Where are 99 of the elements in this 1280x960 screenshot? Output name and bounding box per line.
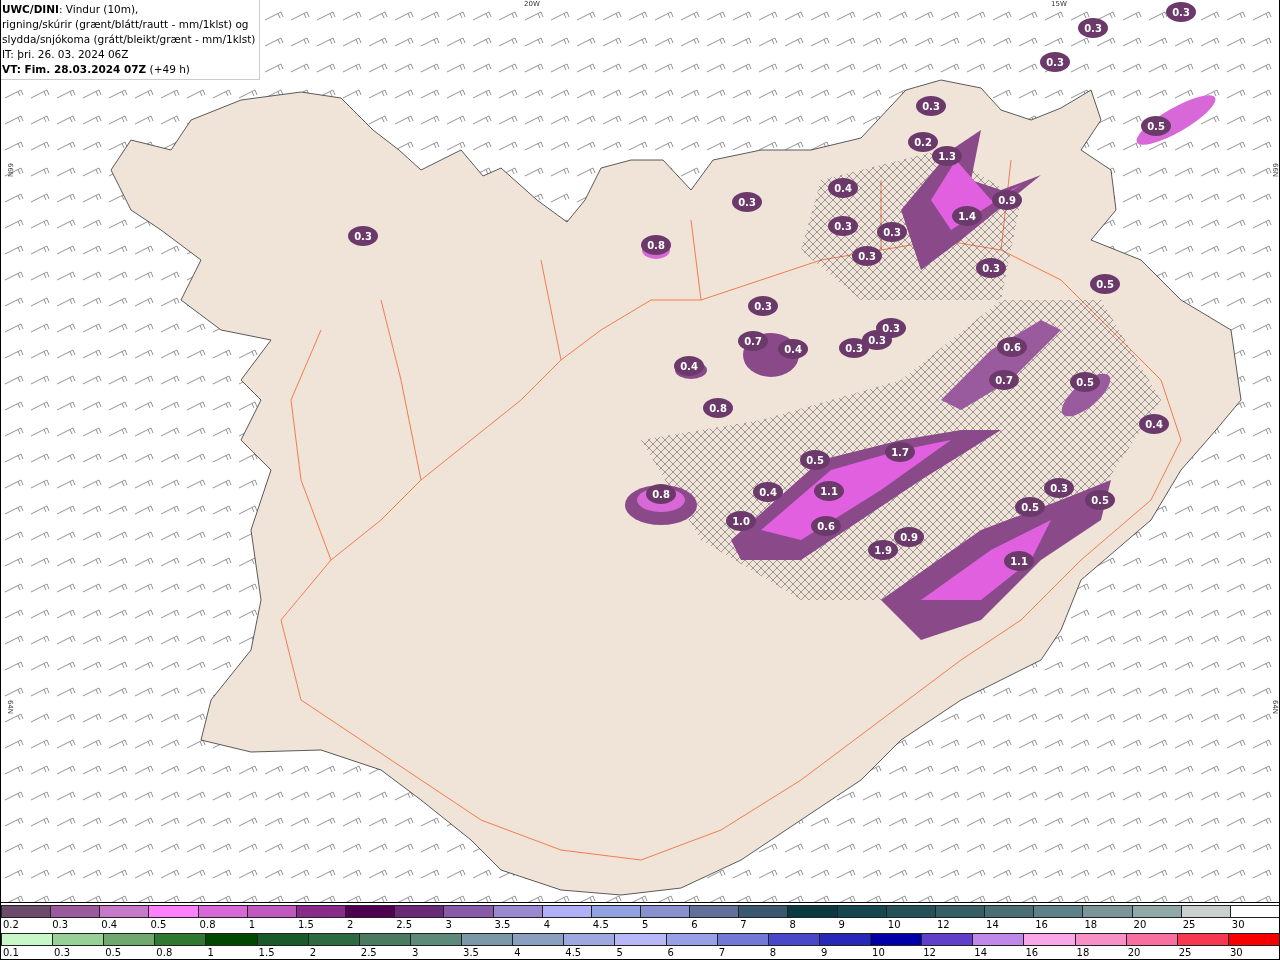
precipitation-value: 1.7 [891,447,909,458]
legend-label: 3.5 [493,918,511,931]
legend-label: 3.5 [462,946,479,959]
precipitation-value: 0.7 [744,336,762,347]
legend-label: 16 [1024,946,1039,959]
precipitation-value: 0.3 [883,227,901,238]
legend-label: 16 [1034,918,1048,931]
precipitation-value: 0.3 [922,101,940,112]
precipitation-value: 0.4 [784,344,802,355]
title-line: rigning/skúrir (grænt/blátt/rautt - mm/1klst) og [2,17,250,32]
precipitation-value: 0.7 [995,375,1013,386]
title-line: slydda/snjókoma (grátt/bleikt/grænt - mm/1klst) [2,32,256,47]
legend-label: 0.8 [198,918,216,931]
precipitation-value: 0.3 [1050,483,1068,494]
precipitation-value: 1.4 [958,211,976,222]
precipitation-value: 0.5 [1076,377,1094,388]
precipitation-value: 1.1 [820,486,838,497]
legend-label: 12 [922,946,936,959]
precipitation-value: 0.6 [817,521,835,532]
precipitation-value: 0.9 [998,195,1016,206]
legend-label: 0.3 [53,946,70,959]
precipitation-value: 0.3 [1084,23,1102,34]
precipitation-value: 0.5 [806,455,824,466]
legend-label: 3 [444,918,452,931]
legend-label: 0.5 [104,946,122,959]
legend-label: 5 [641,918,649,931]
legend-label: 14 [985,918,999,931]
title-line: IT: þri. 26. 03. 2024 06Z [2,47,130,62]
legend-label: 1.5 [257,946,275,959]
precipitation-value: 0.3 [845,343,863,354]
precipitation-value: 0.4 [680,361,698,372]
title-line: VT: Fim. 28.03.2024 07Z (+49 h) [2,62,191,77]
legend-label: 10 [871,946,885,959]
legend-label: 25 [1181,918,1196,931]
legend-label: 7 [717,946,726,959]
legend-label: 3 [410,946,419,959]
precipitation-value: 0.3 [354,231,372,242]
precipitation-value: 0.3 [754,301,772,312]
precipitation-value: 1.3 [938,151,956,162]
legend-label: 8 [788,918,796,931]
legend-label: 20 [1126,946,1141,959]
legend-label: 1 [206,946,214,959]
precipitation-value: 0.8 [647,240,665,251]
legend-label: 9 [837,918,845,931]
legend-label: 9 [819,946,828,959]
legend-label: 0.8 [155,946,173,959]
legend-label: 0.1 [2,946,19,959]
precipitation-value: 0.3 [858,251,876,262]
precipitation-value: 0.4 [834,183,852,194]
precipitation-value: 0.4 [1145,419,1163,430]
precipitation-value: 0.3 [868,335,886,346]
legend-label: 0.3 [51,918,69,931]
legend-label: 2 [308,946,317,959]
precipitation-value: 0.3 [1046,57,1064,68]
precipitation-value: 0.5 [1096,279,1114,290]
legend-label: 8 [768,946,777,959]
legend-label: 6 [690,918,698,931]
legend-label: 30 [1230,918,1245,931]
precipitation-value: 1.0 [732,516,750,527]
precipitation-value: 0.4 [759,487,777,498]
legend-label: 25 [1177,946,1192,959]
legend-label: 4.5 [591,918,609,931]
legend-label: 4 [542,918,551,931]
legend-label: 10 [886,918,901,931]
legend-label: 0.4 [100,918,118,931]
legend-label: 5 [615,946,623,959]
precipitation-value: 0.2 [914,137,932,148]
legend-label: 30 [1228,946,1243,959]
precipitation-value: 1.1 [1010,556,1028,567]
legend-label: 7 [739,918,747,931]
precipitation-value: 0.3 [834,221,852,232]
legend-label: 18 [1075,946,1090,959]
legend-label: 12 [935,918,950,931]
precipitation-value: 1.9 [874,545,892,556]
legend-label: 2.5 [359,946,377,959]
precipitation-value: 0.5 [1021,502,1039,513]
legend-label: 0.5 [149,918,167,931]
legend-label: 0.2 [2,918,19,931]
precipitation-value: 0.8 [709,403,727,414]
legend-label: 6 [666,946,674,959]
title-line: UWC/DINI: Vindur (10m), [2,2,140,17]
legend-label: 2.5 [395,918,413,931]
legend-label: 20 [1132,918,1147,931]
legend-label: 4 [513,946,521,959]
legend-label: 4.5 [564,946,582,959]
precipitation-value: 0.3 [738,197,756,208]
precipitation-value: 0.3 [1172,7,1190,18]
precipitation-value: 0.8 [652,489,670,500]
precipitation-value: 0.9 [900,532,918,543]
precipitation-value: 0.6 [1003,342,1021,353]
precipitation-value: 0.3 [982,263,1000,274]
precipitation-value: 0.5 [1147,121,1165,132]
legend-label: 14 [973,946,987,959]
legend-label: 18 [1083,918,1098,931]
precipitation-value: 0.3 [882,323,900,334]
legend-label: 2 [346,918,354,931]
legend-label: 1.5 [296,918,314,931]
legend-label: 1 [247,918,256,931]
precipitation-value: 0.5 [1091,495,1109,506]
